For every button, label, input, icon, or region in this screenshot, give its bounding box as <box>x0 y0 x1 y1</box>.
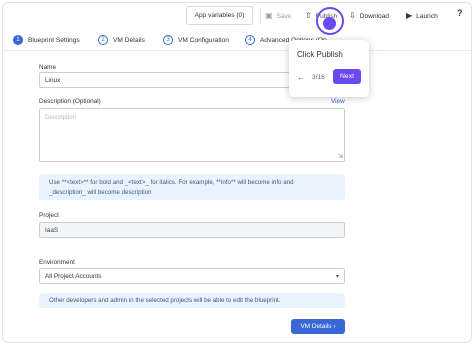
arrow-left-icon[interactable]: ← <box>297 73 305 82</box>
walkthrough-next-button[interactable]: Next <box>333 69 361 84</box>
description-label: Description (Optional) <box>39 98 101 105</box>
project-label: Project <box>39 212 59 219</box>
name-label: Name <box>39 64 57 71</box>
environment-label: Environment <box>39 259 75 266</box>
walkthrough-hotspot[interactable] <box>323 17 336 30</box>
description-placeholder: Description <box>45 114 76 121</box>
chevron-down-icon: ▾ <box>335 274 339 280</box>
chevron-right-icon: › <box>333 323 336 330</box>
download-label: Download <box>359 12 390 20</box>
vm-details-next-label: VM Details <box>300 323 332 330</box>
project-field: IaaS <box>39 222 345 238</box>
app-window: App variables (0) ▣ Save ⇧ Publish ⇩ Dow… <box>2 2 472 343</box>
toolbar: App variables (0) ▣ Save ⇧ Publish ⇩ Dow… <box>3 3 471 29</box>
walkthrough-popover: Click Publish ← 3/16 Next <box>289 40 369 97</box>
step-label: VM Details <box>113 36 145 44</box>
step-label: VM Configuration <box>178 36 229 44</box>
vm-details-next-button[interactable]: VM Details › <box>291 319 345 334</box>
view-link[interactable]: View <box>331 98 345 105</box>
name-value: Linux <box>45 76 61 84</box>
help-button[interactable]: ? <box>457 8 463 18</box>
description-textarea[interactable]: Description ⇲ <box>39 108 345 162</box>
launch-label: Launch <box>416 12 438 20</box>
environment-value: All Project Accounts <box>45 272 102 280</box>
download-button[interactable]: ⇩ Download <box>349 9 389 23</box>
save-button[interactable]: ▣ Save <box>265 9 292 23</box>
save-icon: ▣ <box>265 11 273 20</box>
formatting-hint-line2: _description_ will become description <box>49 189 152 196</box>
environment-select[interactable]: All Project Accounts ▾ <box>39 268 345 284</box>
environment-hint: Other developers and admin in the select… <box>39 293 345 308</box>
formatting-hint-line1: Use **<text>** for bold and _<text>_ for… <box>49 179 294 186</box>
formatting-hint: Use **<text>** for bold and _<text>_ for… <box>39 174 345 200</box>
app-variables-button[interactable]: App variables (0) <box>186 6 253 25</box>
walkthrough-counter: 3/16 <box>312 74 325 81</box>
step-label: Blueprint Settings <box>28 36 80 44</box>
step-vm-configuration[interactable]: 3 VM Configuration <box>163 35 229 45</box>
resize-handle-icon[interactable]: ⇲ <box>338 153 343 160</box>
launch-button[interactable]: ▶ Launch <box>406 9 438 23</box>
step-number: 2 <box>98 35 108 45</box>
environment-hint-text: Other developers and admin in the select… <box>49 297 281 304</box>
step-number: 3 <box>163 35 173 45</box>
project-value: IaaS <box>45 226 59 234</box>
wizard-steps: 1 Blueprint Settings 2 VM Details 3 VM C… <box>3 33 471 51</box>
step-number: 4 <box>245 35 255 45</box>
walkthrough-title: Click Publish <box>297 50 343 59</box>
save-label: Save <box>276 12 292 20</box>
publish-icon: ⇧ <box>305 11 312 20</box>
step-number: 1 <box>13 35 23 45</box>
step-blueprint-settings[interactable]: 1 Blueprint Settings <box>13 35 80 45</box>
step-vm-details[interactable]: 2 VM Details <box>98 35 145 45</box>
play-icon: ▶ <box>406 11 413 20</box>
toolbar-divider <box>260 8 261 24</box>
download-icon: ⇩ <box>349 11 356 20</box>
